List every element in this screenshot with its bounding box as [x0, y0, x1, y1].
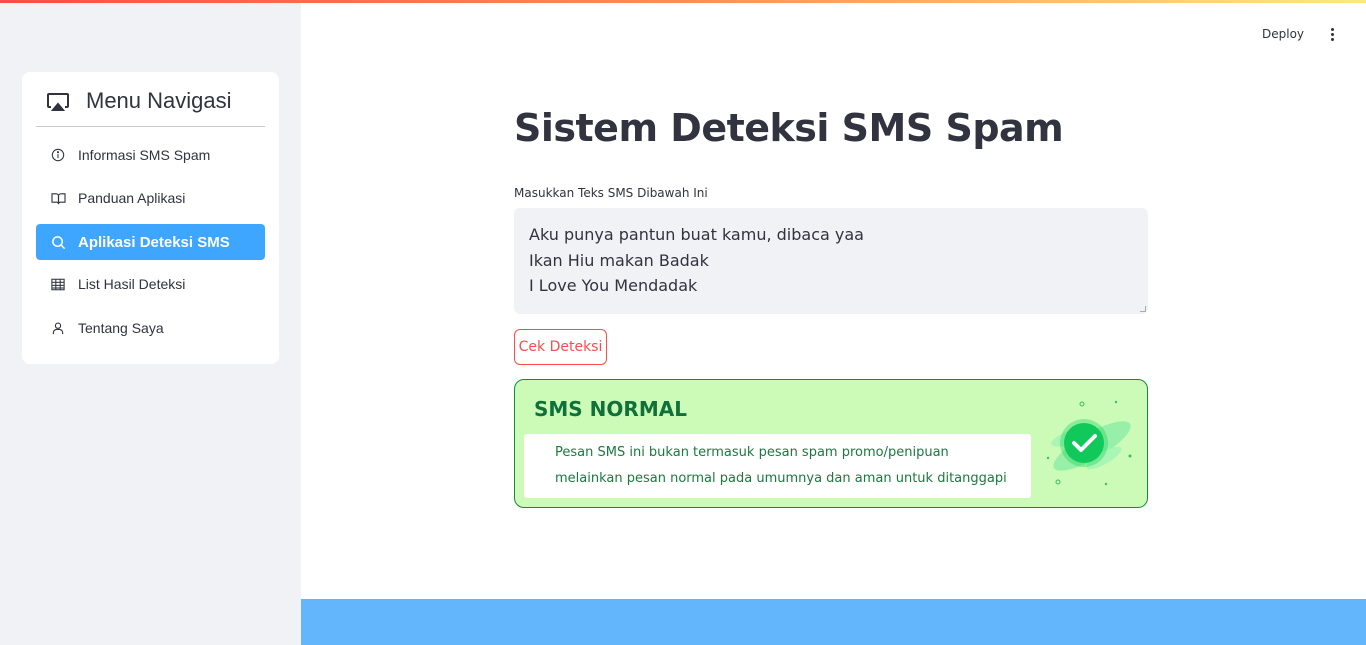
sidebar-item-label: Tentang Saya	[78, 320, 164, 336]
search-icon	[50, 234, 66, 250]
result-title: SMS NORMAL	[534, 397, 687, 421]
nav-menu-title: Menu Navigasi	[86, 88, 232, 113]
sidebar-item-label: Panduan Aplikasi	[78, 190, 186, 206]
cek-deteksi-button[interactable]: Cek Deteksi	[514, 329, 607, 365]
deploy-button[interactable]: Deploy	[1262, 24, 1304, 44]
table-icon	[50, 276, 66, 292]
sidebar-item-informasi[interactable]: Informasi SMS Spam	[36, 137, 265, 173]
person-icon	[50, 320, 66, 336]
result-message-line: melainkan pesan normal pada umumnya dan …	[555, 471, 1007, 486]
sidebar-item-panduan[interactable]: Panduan Aplikasi	[36, 180, 265, 216]
sms-text-value: Aku punya pantun buat kamu, dibaca yaa I…	[529, 225, 864, 295]
kebab-menu-icon[interactable]	[1322, 24, 1342, 44]
info-circle-icon	[50, 147, 66, 163]
sidebar-item-list-hasil[interactable]: List Hasil Deteksi	[36, 266, 265, 302]
sms-text-area[interactable]: Aku punya pantun buat kamu, dibaca yaa I…	[514, 208, 1148, 314]
book-icon	[50, 190, 66, 206]
result-card: SMS NORMAL Pesan SMS ini bukan termasuk …	[514, 379, 1148, 508]
result-message: Pesan SMS ini bukan termasuk pesan spam …	[524, 434, 1031, 498]
sidebar-item-tentang[interactable]: Tentang Saya	[36, 310, 265, 346]
sidebar-item-label: Informasi SMS Spam	[78, 147, 211, 163]
resize-handle-icon[interactable]	[1140, 306, 1146, 312]
sidebar-item-label: List Hasil Deteksi	[78, 276, 186, 292]
nav-menu-header: Menu Navigasi	[36, 86, 265, 127]
airplay-icon	[46, 90, 70, 114]
nav-menu-card: Menu Navigasi Informasi SMS Spam Panduan…	[22, 72, 279, 364]
top-decoration-stripe	[0, 0, 1366, 3]
check-circle-icon	[1034, 396, 1138, 492]
bottom-banner	[301, 599, 1366, 645]
result-message-line: Pesan SMS ini bukan termasuk pesan spam …	[555, 445, 949, 460]
page-title: Sistem Deteksi SMS Spam	[514, 106, 1064, 150]
sidebar: Menu Navigasi Informasi SMS Spam Panduan…	[0, 0, 301, 645]
sms-input-label: Masukkan Teks SMS Dibawah Ini	[514, 186, 708, 200]
sidebar-item-aplikasi-deteksi[interactable]: Aplikasi Deteksi SMS	[36, 224, 265, 260]
sidebar-item-label: Aplikasi Deteksi SMS	[78, 233, 230, 251]
